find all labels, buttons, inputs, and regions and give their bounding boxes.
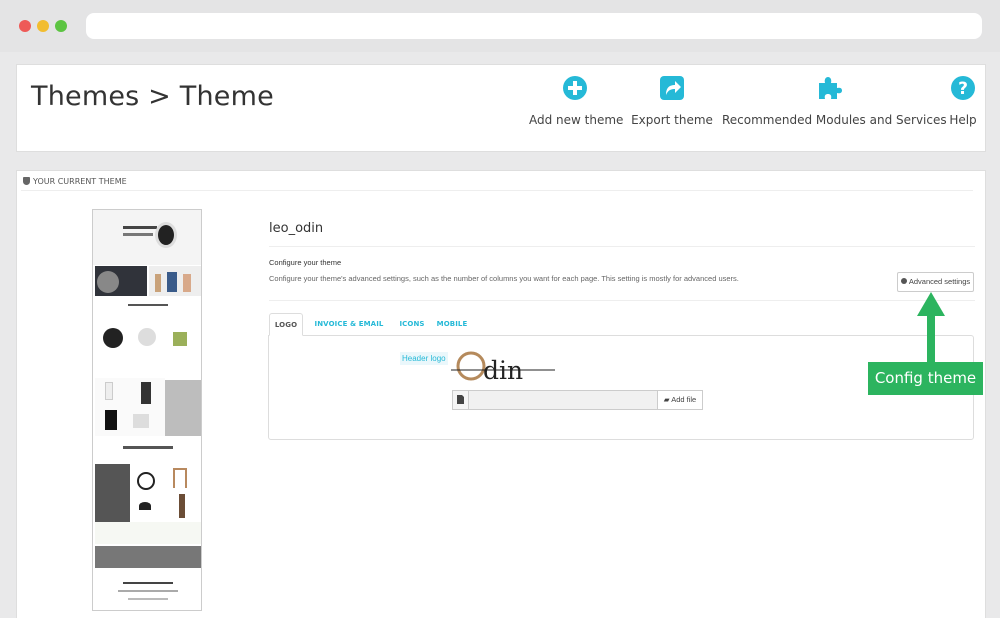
panel-heading: YOUR CURRENT THEME [23, 177, 127, 186]
puzzle-icon [819, 77, 842, 99]
add-file-button[interactable]: ▰ Add file [657, 390, 703, 410]
header-logo-label: Header logo [400, 352, 448, 365]
shield-icon [23, 177, 30, 185]
theme-preview-image [92, 209, 202, 611]
svg-text:?: ? [958, 79, 968, 99]
export-theme-button[interactable]: Export theme [631, 75, 713, 129]
help-label: Help [949, 113, 977, 127]
add-file-label: Add file [671, 395, 697, 404]
minimize-window-dot[interactable] [37, 20, 49, 32]
odin-logo-image: din [451, 351, 555, 384]
maximize-window-dot[interactable] [55, 20, 67, 32]
add-new-theme-button[interactable]: Add new theme [529, 75, 624, 129]
configure-description: Configure your theme's advanced settings… [269, 274, 739, 283]
help-circle-icon: ? [951, 76, 975, 100]
configure-title: Configure your theme [269, 258, 342, 267]
config-theme-callout: Config theme [868, 362, 983, 395]
tab-mobile[interactable]: MOBILE [435, 313, 469, 336]
add-new-theme-label: Add new theme [529, 113, 624, 127]
help-button[interactable]: ? Help [944, 75, 982, 129]
annotation-arrow-icon [917, 292, 945, 366]
gear-icon [900, 278, 907, 284]
divider [269, 300, 975, 301]
file-icon [452, 390, 469, 410]
tab-invoice-email-logos[interactable]: INVOICE & EMAIL LOGOS [309, 313, 389, 351]
advanced-settings-label: Advanced settings [908, 277, 971, 286]
theme-name: leo_odin [269, 221, 324, 236]
logo-file-input[interactable] [468, 390, 658, 410]
recommended-modules-label: Recommended Modules and Services [722, 113, 947, 127]
address-bar[interactable] [86, 13, 982, 39]
page-header: Themes > Theme Add new theme Export them… [16, 64, 986, 152]
current-theme-panel: YOUR CURRENT THEME leo_odin Configure yo… [16, 170, 986, 618]
panel-heading-text: YOUR CURRENT THEME [33, 177, 127, 186]
divider [269, 246, 975, 247]
advanced-settings-button[interactable]: Advanced settings [897, 272, 974, 292]
page-title: Themes > Theme [31, 81, 274, 112]
tab-logo[interactable]: LOGO [269, 313, 303, 336]
export-theme-label: Export theme [631, 113, 713, 127]
recommended-modules-button[interactable]: Recommended Modules and Services [722, 75, 947, 129]
tab-icons[interactable]: ICONS [395, 313, 429, 336]
close-window-dot[interactable] [19, 20, 31, 32]
export-share-icon [660, 76, 684, 100]
folder-open-icon: ▰ [663, 395, 670, 404]
divider [21, 190, 973, 191]
browser-chrome [0, 0, 1000, 52]
plus-circle-icon [563, 76, 587, 100]
